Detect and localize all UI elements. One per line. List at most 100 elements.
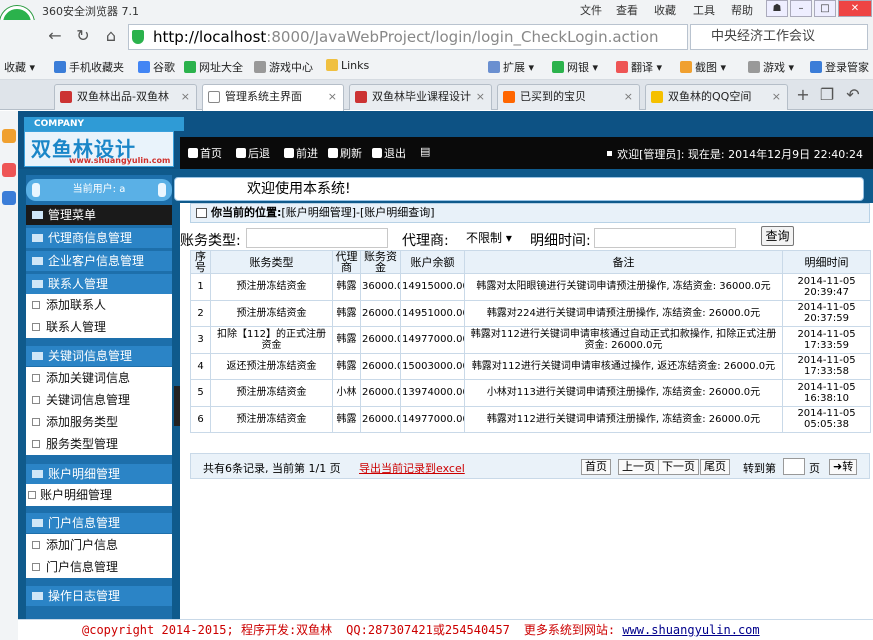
menu-account-details[interactable]: 账户明细管理 (26, 464, 172, 484)
first-page-button[interactable]: 首页 (581, 459, 611, 475)
company-bar: COMPANY (24, 117, 184, 131)
prev-page-button[interactable]: 上一页 (618, 459, 659, 475)
toolbar-login-manager[interactable]: 登录管家 (810, 59, 869, 75)
time-input[interactable] (594, 228, 736, 248)
close-icon[interactable]: ✕ (838, 0, 872, 17)
bookmark-favorites[interactable]: 收藏 ▾ (4, 59, 35, 75)
menu-add-keyword[interactable]: 添加关键词信息 (26, 367, 172, 389)
nav-back-button[interactable]: 后退 (236, 145, 270, 161)
menu-view[interactable]: 查看 (616, 2, 638, 18)
tab-bought-items[interactable]: 已买到的宝贝 × (497, 84, 640, 110)
col-balance[interactable]: 账户余额 (400, 250, 465, 274)
table-row[interactable]: 5 预注册冻结资金 小林 26000.0 13974000.00 小林对113进… (190, 379, 871, 407)
toolbar-extensions[interactable]: 扩展 ▾ (488, 59, 534, 75)
menu-enterprise-client[interactable]: 企业客户信息管理 (26, 251, 172, 271)
restore-tabs-icon[interactable]: ❐ (816, 84, 838, 106)
app-icon[interactable] (2, 191, 16, 205)
menu-keywords[interactable]: 关键词信息管理 (26, 346, 172, 366)
col-type[interactable]: 账务类型 (210, 250, 333, 274)
search-input[interactable]: 中央经济工作会议 (690, 24, 868, 50)
last-page-button[interactable]: 尾页 (700, 459, 730, 475)
bookmark-sites[interactable]: 网址大全 (184, 59, 243, 75)
site-link[interactable]: www.shuangyulin.com (622, 623, 759, 637)
bookmark-mobile[interactable]: 手机收藏夹 (54, 59, 124, 75)
col-index[interactable]: 序号 (190, 250, 211, 274)
nav-logout-button[interactable]: 退出 (372, 145, 406, 161)
page-number-input[interactable] (783, 458, 805, 475)
menu-agent-info[interactable]: 代理商信息管理 (26, 228, 172, 248)
menu-manage-keywords[interactable]: 关键词信息管理 (26, 389, 172, 411)
menu-add-portal[interactable]: 添加门户信息 (26, 534, 172, 556)
star-icon[interactable] (2, 129, 16, 143)
cell-time: 2014-11-05 05:05:38 (782, 405, 871, 433)
nav-refresh-button[interactable]: 刷新 (328, 145, 362, 161)
col-time[interactable]: 明细时间 (782, 250, 871, 274)
col-agent[interactable]: 代理商 (332, 250, 361, 274)
nav-home-button[interactable]: 首页 (188, 145, 222, 161)
menu-operation-log[interactable]: 操作日志管理 (26, 586, 172, 606)
new-tab-icon[interactable]: + (792, 84, 814, 106)
bookmark-games[interactable]: 游戏中心 (254, 59, 313, 75)
close-tab-icon[interactable]: × (772, 85, 781, 109)
menu-help[interactable]: 帮助 (731, 2, 753, 18)
google-icon (138, 61, 150, 73)
tab-qq-space[interactable]: 双鱼林的QQ空间 × (645, 84, 788, 110)
toolbar-bank[interactable]: 网银 ▾ (552, 59, 598, 75)
type-input[interactable] (246, 228, 388, 248)
col-remark[interactable]: 备注 (464, 250, 783, 274)
undo-close-icon[interactable]: ↶ (842, 84, 864, 106)
tab-main-interface[interactable]: 管理系统主界面 × (202, 84, 344, 111)
table-row[interactable]: 4 返还预注册冻结资金 韩露 26000.0 15003000.00 韩露对11… (190, 352, 871, 380)
cell-amount: 26000.0 (360, 405, 401, 433)
home-icon[interactable]: ⌂ (100, 25, 122, 47)
bookmark-google[interactable]: 谷歌 (138, 59, 175, 75)
tab-course-design[interactable]: 双鱼林毕业课程设计 × (349, 84, 492, 110)
cell-index: 1 (190, 273, 211, 301)
close-tab-icon[interactable]: × (181, 85, 190, 109)
menu-add-service-type[interactable]: 添加服务类型 (26, 411, 172, 433)
cell-type: 预注册冻结资金 (210, 405, 333, 433)
back-icon[interactable]: ← (44, 25, 66, 47)
goto-button[interactable]: ➜转 (829, 459, 858, 475)
menu-add-contact[interactable]: 添加联系人 (26, 294, 172, 316)
reload-icon[interactable]: ↻ (72, 25, 94, 47)
close-tab-icon[interactable]: × (476, 85, 485, 109)
menu-manage-account-details[interactable]: 账户明细管理 (26, 484, 172, 506)
maximize-icon[interactable]: □ (814, 0, 836, 17)
table-icon (196, 208, 207, 218)
menu-tools[interactable]: 工具 (693, 2, 715, 18)
query-button[interactable]: 查询 (761, 226, 794, 246)
close-tab-icon[interactable]: × (328, 85, 337, 109)
menu-contacts[interactable]: 联系人管理 (26, 274, 172, 294)
table-row[interactable]: 3 扣除【112】的正式注册资金 韩露 26000.0 14977000.00 … (190, 326, 871, 354)
next-page-button[interactable]: 下一页 (658, 459, 699, 475)
close-tab-icon[interactable]: × (624, 85, 633, 109)
bookmark-links[interactable]: Links (326, 59, 369, 72)
table-row[interactable]: 2 预注册冻结资金 韩露 26000.0 14951000.00 韩露对224进… (190, 299, 871, 327)
scissors-icon (680, 61, 692, 73)
address-input[interactable]: http://localhost:8000/JavaWebProject/log… (128, 24, 688, 50)
star-icon (651, 91, 663, 103)
toolbar-screenshot[interactable]: 截图 ▾ (680, 59, 726, 75)
tab-shuangyulin[interactable]: 双鱼林出品-双鱼林 × (54, 84, 197, 110)
menu-favorites[interactable]: 收藏 (654, 2, 676, 18)
toolbar-translate[interactable]: 翻译 ▾ (616, 59, 662, 75)
menu-portal-info[interactable]: 门户信息管理 (26, 513, 172, 533)
cell-remark: 韩露对224进行关键词申请预注册操作, 冻结资金: 26000.0元 (464, 299, 783, 327)
toolbar-games[interactable]: 游戏 ▾ (748, 59, 794, 75)
nav-forward-button[interactable]: 前进 (284, 145, 318, 161)
skin-icon[interactable]: ☗ (766, 0, 788, 17)
weibo-icon[interactable] (2, 163, 16, 177)
menu-manage-service-type[interactable]: 服务类型管理 (26, 433, 172, 455)
export-excel-link[interactable]: 导出当前记录到excel (359, 460, 465, 476)
menu-manage-contacts[interactable]: 联系人管理 (26, 316, 172, 338)
minimize-icon[interactable]: – (790, 0, 812, 17)
table-row[interactable]: 1 预注册冻结资金 韩露 36000.0 14915000.00 韩露对太阳眼镜… (190, 273, 871, 301)
col-amount[interactable]: 账务资金 (360, 250, 401, 274)
menu-file[interactable]: 文件 (580, 2, 602, 18)
more-text: 更多系统到网站: (523, 623, 616, 637)
table-row[interactable]: 6 预注册冻结资金 韩露 26000.0 14977000.00 韩露对112进… (190, 405, 871, 433)
brand-logo: 双鱼林设计 www.shuangyulin.com (24, 131, 174, 167)
agent-select[interactable]: 不限制 ▾ (462, 228, 524, 248)
menu-manage-portal[interactable]: 门户信息管理 (26, 556, 172, 578)
